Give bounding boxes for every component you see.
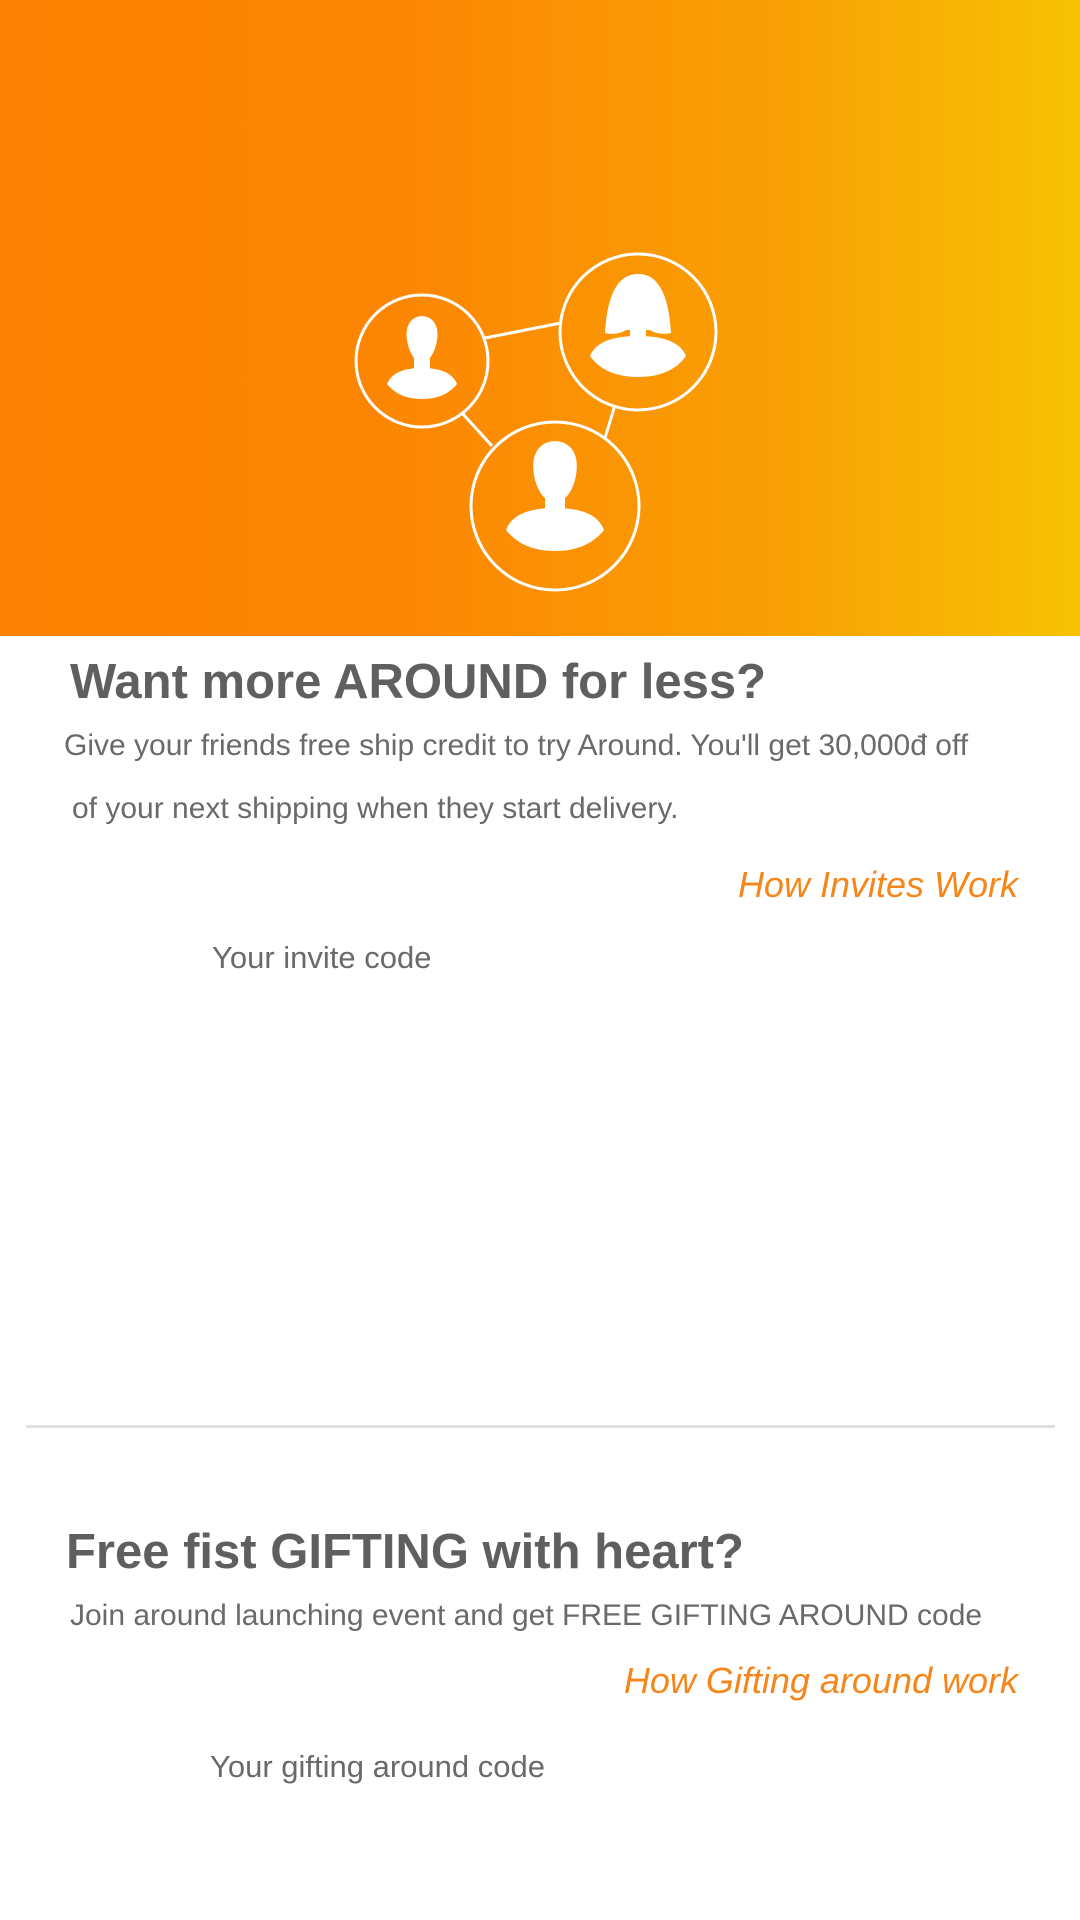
invite-title: Want more AROUND for less? xyxy=(70,655,767,709)
gifting-description: Join around launching event and get FREE… xyxy=(70,1599,983,1632)
connector-line xyxy=(460,411,494,448)
gifting-title: Free fist GIFTING with heart? xyxy=(66,1525,744,1579)
male-avatar-icon xyxy=(506,441,604,551)
gifting-code-label: Your gifting around code xyxy=(210,1749,545,1784)
how-invites-work-link[interactable]: How Invites Work xyxy=(738,861,1018,909)
section-divider xyxy=(26,1425,1055,1428)
connector-line xyxy=(603,404,617,439)
invite-code-field[interactable] xyxy=(212,990,1012,1110)
invite-code-label: Your invite code xyxy=(212,940,432,975)
hero-banner xyxy=(0,0,1080,636)
female-avatar-icon xyxy=(590,274,686,377)
gifting-code-field[interactable] xyxy=(210,1800,1010,1900)
people-network-icon xyxy=(354,252,718,592)
male-avatar-icon xyxy=(387,316,457,399)
how-gifting-work-link[interactable]: How Gifting around work xyxy=(624,1657,1018,1705)
connector-line xyxy=(484,321,562,340)
invite-description-line2: of your next shipping when they start de… xyxy=(72,792,679,825)
invite-description-line1: Give your friends free ship credit to tr… xyxy=(64,729,969,762)
